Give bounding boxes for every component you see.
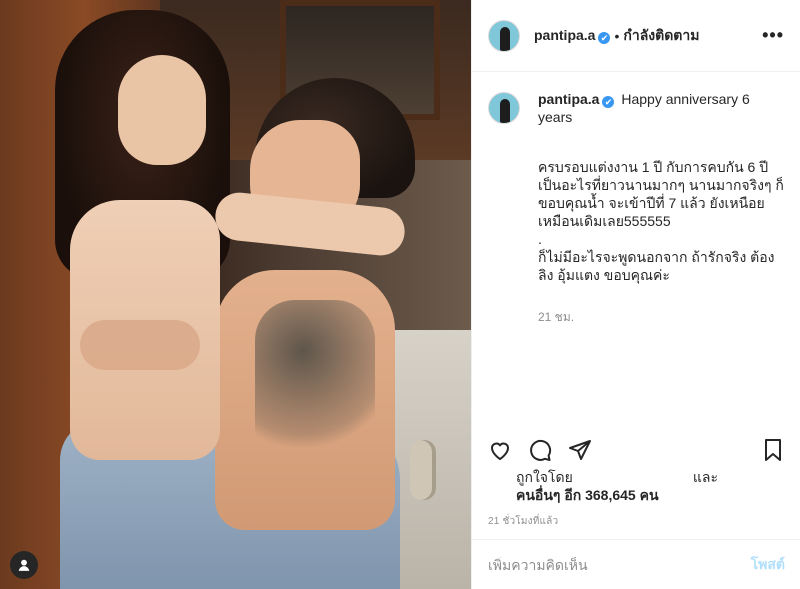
post-side-panel: pantipa.a ✔ • กำลังติดตาม ••• pantipa.a ✔ …	[471, 0, 800, 589]
following-button[interactable]: กำลังติดตาม	[623, 25, 699, 47]
tagged-user-icon[interactable]	[10, 551, 38, 579]
post-timestamp[interactable]: 21 ชั่วโมงที่แล้ว	[488, 514, 558, 529]
header-separator: •	[614, 27, 620, 44]
comment-input[interactable]	[488, 556, 751, 573]
caption-timestamp[interactable]: 21 ชม.	[538, 308, 784, 327]
liked-by-row: ถูกใจโดย และ	[488, 468, 718, 486]
caption-body: ครบรอบแต่งงาน 1 ปี กับการคบกัน 6 ปี เป็น…	[538, 158, 786, 284]
liked-by-and: และ	[692, 469, 718, 485]
heart-icon[interactable]	[488, 438, 512, 462]
liked-by-others-link[interactable]: คนอื่นๆ อีก 368,645 คน	[488, 486, 778, 504]
caption-line: ก็ไม่มีอะไรจะพูดนอกจาก ถ้ารักจริง ต้องลิ…	[538, 249, 775, 283]
post-comments-area: pantipa.a ✔ Happy anniversary 6 years ครบ…	[472, 72, 800, 589]
comment-box: โพสต์	[472, 539, 800, 589]
likes-summary: ถูกใจโดย และ คนอื่นๆ อีก 368,645 คน	[488, 468, 778, 504]
author-username[interactable]: pantipa.a ✔	[534, 27, 611, 44]
caption-line: ครบรอบแต่งงาน 1 ปี กับการคบกัน 6 ปี เป็น…	[538, 159, 788, 229]
caption-author-username[interactable]: pantipa.a ✔	[538, 91, 615, 108]
caption-author-avatar[interactable]	[488, 92, 520, 124]
photo-woman-arm	[213, 190, 407, 258]
comment-bubble-icon[interactable]	[528, 438, 552, 462]
instagram-post: pantipa.a ✔ • กำลังติดตาม ••• pantipa.a ✔ …	[0, 0, 800, 589]
verified-badge-icon: ✔	[602, 96, 615, 108]
caption-line: .	[538, 231, 542, 247]
author-avatar[interactable]	[488, 19, 520, 52]
post-photo[interactable]	[0, 0, 471, 589]
photo-woman-face	[118, 55, 206, 165]
verified-badge-icon: ✔	[598, 32, 611, 44]
photo-tattoo	[255, 300, 375, 470]
post-header: pantipa.a ✔ • กำลังติดตาม •••	[472, 0, 800, 72]
caption-row: pantipa.a ✔ Happy anniversary 6 years	[488, 90, 784, 126]
photo-woman-top	[80, 320, 200, 370]
user-icon	[18, 559, 30, 571]
more-options-icon[interactable]: •••	[762, 25, 784, 46]
post-comment-button[interactable]: โพสต์	[751, 554, 785, 576]
bookmark-icon[interactable]	[761, 438, 785, 462]
photo-faucet	[410, 440, 436, 500]
liked-by-label: ถูกใจโดย	[516, 469, 573, 485]
caption-headline-text: pantipa.a ✔ Happy anniversary 6 years	[538, 90, 783, 126]
paper-plane-icon[interactable]	[568, 438, 592, 462]
action-bar	[472, 430, 800, 470]
